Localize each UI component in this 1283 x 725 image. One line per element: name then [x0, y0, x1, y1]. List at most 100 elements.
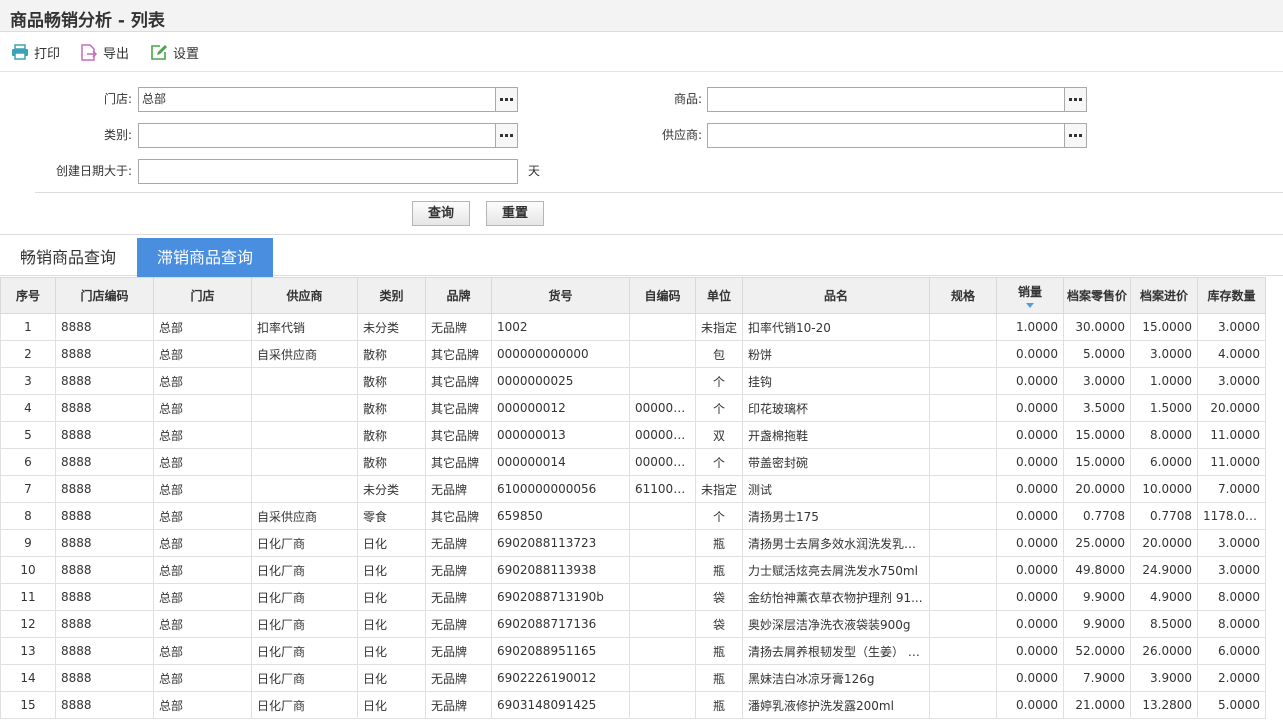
- product-browse-button[interactable]: [1064, 88, 1086, 111]
- table-row[interactable]: 5 8888 总部 散称 其它品牌 000000013 000000... 双开盏棉拖鞋 0.0…: [0, 421, 1266, 449]
- column-header[interactable]: 档案零售价: [1063, 277, 1131, 314]
- cell-supplier: [251, 367, 358, 395]
- export-button[interactable]: 导出: [80, 42, 129, 62]
- cell-index: 8: [0, 502, 56, 530]
- cell-purchase-price: 1.0000: [1130, 367, 1198, 395]
- cell-store: 总部: [153, 313, 252, 341]
- cell-unit: 瓶: [695, 664, 743, 692]
- table-row[interactable]: 6 8888 总部 散称 其它品牌 000000014 000000... 个带盖密封碗 0.0…: [0, 448, 1266, 476]
- cell-index: 1: [0, 313, 56, 341]
- table-row[interactable]: 8 8888 总部 自采供应商 零食 其它品牌 659850 个清扬男士175 0.0000 0.…: [0, 502, 1266, 530]
- column-header[interactable]: 规格: [929, 277, 997, 314]
- cell-self-code: [629, 583, 696, 611]
- cell-unit: 瓶: [695, 556, 743, 584]
- table-row[interactable]: 12 8888 总部 日化厂商 日化 无品牌 6902088717136 袋奥妙深层洁净洗衣液…: [0, 610, 1266, 638]
- tab-best-selling[interactable]: 畅销商品查询: [0, 238, 136, 277]
- column-header[interactable]: 货号: [491, 277, 630, 314]
- column-header[interactable]: 序号: [0, 277, 56, 314]
- created-after-label: 创建日期大于:: [55, 164, 132, 178]
- query-button[interactable]: 查询: [412, 201, 470, 226]
- cell-product-name: 力士赋活炫亮去屑洗发水750ml: [742, 556, 930, 584]
- cell-self-code: [629, 367, 696, 395]
- cell-supplier: 自采供应商: [251, 340, 358, 368]
- cell-spec: [929, 502, 997, 530]
- cell-store-code: 8888: [55, 502, 154, 530]
- toolbar: 打印 导出 设置: [0, 32, 1283, 72]
- column-header[interactable]: 门店: [153, 277, 252, 314]
- cell-category: 散称: [357, 448, 426, 476]
- cell-unit: 瓶: [695, 529, 743, 557]
- column-header[interactable]: 类别: [357, 277, 426, 314]
- tab-slow-moving[interactable]: 滞销商品查询: [137, 238, 274, 277]
- created-after-field[interactable]: [138, 159, 518, 184]
- created-after-value[interactable]: [139, 160, 517, 183]
- cell-self-code: [629, 556, 696, 584]
- cell-spec: [929, 637, 997, 665]
- print-button[interactable]: 打印: [11, 42, 60, 62]
- cell-store: 总部: [153, 367, 252, 395]
- category-browse-button[interactable]: [495, 124, 517, 147]
- cell-index: 4: [0, 394, 56, 422]
- supplier-field[interactable]: [707, 123, 1087, 148]
- cell-supplier: 日化厂商: [251, 556, 358, 584]
- table-row[interactable]: 1 8888 总部 扣率代销 未分类 无品牌 1002 未指定 扣率代销10-20 1.0000 3…: [0, 313, 1266, 341]
- store-value[interactable]: 总部: [139, 88, 495, 111]
- reset-button[interactable]: 重置: [486, 201, 544, 226]
- column-header[interactable]: 供应商: [251, 277, 358, 314]
- product-field[interactable]: [707, 87, 1087, 112]
- column-header[interactable]: 品牌: [425, 277, 492, 314]
- cell-spec: [929, 421, 997, 449]
- table-row[interactable]: 3 8888 总部 散称 其它品牌 0000000025 个挂钩 0.0000 3.0000 1.…: [0, 367, 1266, 395]
- table-row[interactable]: 7 8888 总部 未分类 无品牌 6100000000056 611000... 未指定 测试…: [0, 475, 1266, 503]
- store-label: 门店:: [103, 92, 132, 106]
- table-row[interactable]: 4 8888 总部 散称 其它品牌 000000012 000000... 个印花玻璃杯 0.0…: [0, 394, 1266, 422]
- product-value[interactable]: [708, 88, 1064, 111]
- column-header[interactable]: 单位: [695, 277, 743, 314]
- cell-store: 总部: [153, 637, 252, 665]
- table-row[interactable]: 13 8888 总部 日化厂商 日化 无品牌 6902088951165 瓶清扬去屑养根韧发型…: [0, 637, 1266, 665]
- table-row[interactable]: 11 8888 总部 日化厂商 日化 无品牌 6902088713190b 袋金纺怡神薰衣草衣…: [0, 583, 1266, 611]
- column-header[interactable]: 门店编码: [55, 277, 154, 314]
- page-title: 商品畅销分析 - 列表: [10, 11, 165, 31]
- cell-stock: 4.0000: [1197, 340, 1266, 368]
- column-header-sorted[interactable]: 销量: [996, 277, 1064, 314]
- column-header[interactable]: 自编码: [629, 277, 696, 314]
- cell-purchase-price: 24.9000: [1130, 556, 1198, 584]
- store-field[interactable]: 总部: [138, 87, 518, 112]
- cell-stock: 1178.0000: [1197, 502, 1266, 530]
- ellipsis-icon: [510, 134, 513, 137]
- cell-index: 2: [0, 340, 56, 368]
- cell-brand: 无品牌: [425, 610, 492, 638]
- category-value[interactable]: [139, 124, 495, 147]
- cell-unit: 瓶: [695, 691, 743, 719]
- cell-spec: [929, 610, 997, 638]
- cell-stock: 11.0000: [1197, 448, 1266, 476]
- store-browse-button[interactable]: [495, 88, 517, 111]
- column-header[interactable]: 库存数量: [1197, 277, 1266, 314]
- cell-spec: [929, 529, 997, 557]
- supplier-browse-button[interactable]: [1064, 124, 1086, 147]
- sort-desc-icon: [1026, 303, 1034, 308]
- form-divider: [35, 192, 1283, 193]
- table-row[interactable]: 14 8888 总部 日化厂商 日化 无品牌 6902226190012 瓶黑妹洁白冰凉牙膏1…: [0, 664, 1266, 692]
- table-row[interactable]: 15 8888 总部 日化厂商 日化 无品牌 6903148091425 瓶潘婷乳液修护洗发露…: [0, 691, 1266, 719]
- table-row[interactable]: 9 8888 总部 日化厂商 日化 无品牌 6902088113723 瓶清扬男士去屑多效水润…: [0, 529, 1266, 557]
- cell-spec: [929, 475, 997, 503]
- table-row[interactable]: 10 8888 总部 日化厂商 日化 无品牌 6902088113938 瓶力士赋活炫亮去屑洗…: [0, 556, 1266, 584]
- category-field[interactable]: [138, 123, 518, 148]
- cell-stock: 11.0000: [1197, 421, 1266, 449]
- cell-brand: 无品牌: [425, 529, 492, 557]
- cell-store: 总部: [153, 421, 252, 449]
- cell-item-no: 6902088113723: [491, 529, 630, 557]
- column-header[interactable]: 品名: [742, 277, 930, 314]
- column-header[interactable]: 档案进价: [1130, 277, 1198, 314]
- ellipsis-icon: [510, 98, 513, 101]
- supplier-value[interactable]: [708, 124, 1064, 147]
- cell-supplier: [251, 448, 358, 476]
- cell-stock: 8.0000: [1197, 610, 1266, 638]
- table-row[interactable]: 2 8888 总部 自采供应商 散称 其它品牌 000000000000 包粉饼 0.0000 5…: [0, 340, 1266, 368]
- cell-store-code: 8888: [55, 556, 154, 584]
- cell-purchase-price: 8.0000: [1130, 421, 1198, 449]
- settings-button[interactable]: 设置: [150, 42, 199, 62]
- cell-supplier: 日化厂商: [251, 610, 358, 638]
